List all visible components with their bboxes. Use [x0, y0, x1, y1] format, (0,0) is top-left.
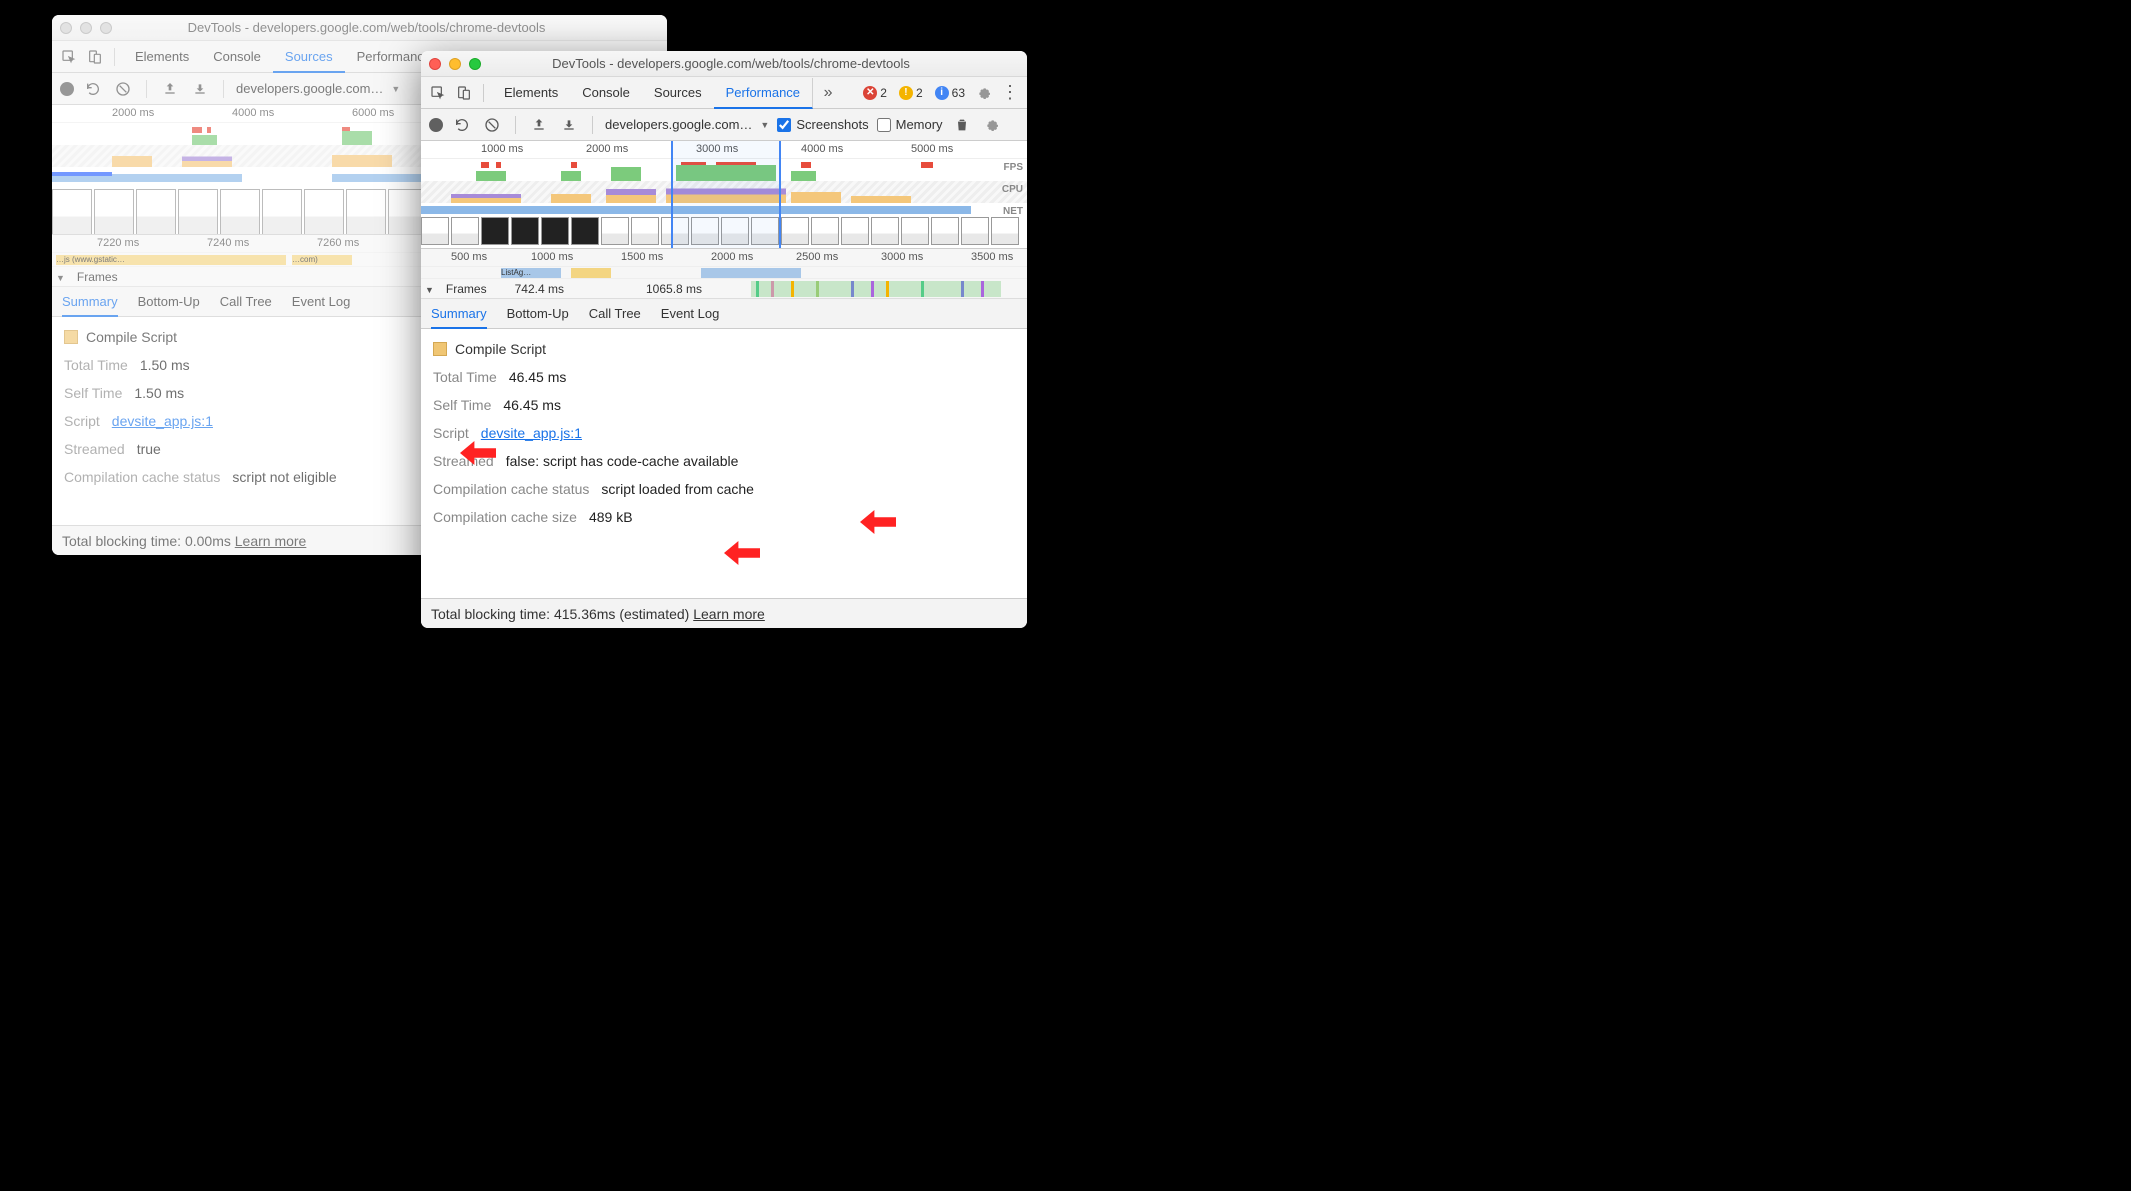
rtab-summary[interactable]: Summary: [62, 288, 118, 317]
category-color-icon: [64, 330, 78, 344]
rtab-bottomup[interactable]: Bottom-Up: [507, 299, 569, 328]
record-button[interactable]: [429, 118, 443, 132]
device-toggle-icon[interactable]: [453, 82, 475, 104]
traffic-lights[interactable]: [429, 58, 481, 70]
script-link[interactable]: devsite_app.js:1: [481, 425, 582, 441]
zoom-dot[interactable]: [100, 22, 112, 34]
more-tabs-icon[interactable]: »: [817, 82, 839, 104]
error-badge[interactable]: ✕2: [863, 86, 887, 100]
frames-toggle-icon[interactable]: [425, 282, 438, 296]
capture-settings-icon[interactable]: [981, 114, 1003, 136]
tab-sources[interactable]: Sources: [642, 77, 714, 108]
zoom-ruler[interactable]: 500 ms 1000 ms 1500 ms 2000 ms 2500 ms 3…: [421, 249, 1027, 267]
warning-badge[interactable]: !2: [899, 86, 923, 100]
trash-icon[interactable]: [951, 114, 973, 136]
tab-sources[interactable]: Sources: [273, 42, 345, 73]
profile-selector[interactable]: developers.google.com…: [236, 81, 400, 96]
rtab-summary[interactable]: Summary: [431, 300, 487, 329]
download-icon[interactable]: [558, 114, 580, 136]
main-toolbar: Elements Console Sources Performance » ✕…: [421, 77, 1027, 109]
inspect-icon[interactable]: [58, 46, 80, 68]
summary-panel: Compile Script Total Time46.45 ms Self T…: [421, 329, 1027, 598]
kebab-icon[interactable]: ⋮: [999, 82, 1021, 104]
info-badge[interactable]: i63: [935, 86, 965, 100]
tab-console[interactable]: Console: [570, 77, 642, 108]
titlebar[interactable]: DevTools - developers.google.com/web/too…: [52, 15, 667, 41]
clear-icon[interactable]: [481, 114, 503, 136]
tab-console[interactable]: Console: [201, 41, 273, 72]
rtab-calltree[interactable]: Call Tree: [220, 287, 272, 316]
reload-icon[interactable]: [451, 114, 473, 136]
close-dot[interactable]: [60, 22, 72, 34]
category-color-icon: [433, 342, 447, 356]
tab-performance[interactable]: Performance: [714, 78, 813, 109]
window-title: DevTools - developers.google.com/web/too…: [493, 56, 1019, 71]
upload-icon[interactable]: [159, 78, 181, 100]
upload-icon[interactable]: [528, 114, 550, 136]
screenshots-checkbox[interactable]: Screenshots: [777, 117, 868, 132]
learn-more-link[interactable]: Learn more: [235, 533, 307, 549]
memory-checkbox[interactable]: Memory: [877, 117, 943, 132]
devtools-window-2: DevTools - developers.google.com/web/too…: [421, 51, 1027, 628]
device-toggle-icon[interactable]: [84, 46, 106, 68]
download-icon[interactable]: [189, 78, 211, 100]
record-button[interactable]: [60, 82, 74, 96]
reload-icon[interactable]: [82, 78, 104, 100]
summary-title: Compile Script: [455, 341, 546, 357]
frames-header[interactable]: Frames 742.4 ms 1065.8 ms: [421, 279, 1027, 299]
profile-selector[interactable]: developers.google.com…: [605, 117, 769, 132]
close-dot[interactable]: [429, 58, 441, 70]
rtab-eventlog[interactable]: Event Log: [661, 299, 720, 328]
window-title: DevTools - developers.google.com/web/too…: [124, 20, 659, 35]
performance-subbar: developers.google.com… Screenshots Memor…: [421, 109, 1027, 141]
minimize-dot[interactable]: [449, 58, 461, 70]
footer: Total blocking time: 415.36ms (estimated…: [421, 598, 1027, 628]
traffic-lights[interactable]: [60, 22, 112, 34]
summary-title: Compile Script: [86, 329, 177, 345]
frames-toggle-icon[interactable]: [56, 270, 69, 284]
tab-elements[interactable]: Elements: [492, 77, 570, 108]
rtab-calltree[interactable]: Call Tree: [589, 299, 641, 328]
rtab-eventlog[interactable]: Event Log: [292, 287, 351, 316]
overview-timeline[interactable]: 1000 ms 2000 ms 3000 ms 4000 ms 5000 ms …: [421, 141, 1027, 249]
tab-elements[interactable]: Elements: [123, 41, 201, 72]
result-tabs: Summary Bottom-Up Call Tree Event Log: [421, 299, 1027, 329]
clear-icon[interactable]: [112, 78, 134, 100]
settings-icon[interactable]: [973, 82, 995, 104]
minimize-dot[interactable]: [80, 22, 92, 34]
titlebar[interactable]: DevTools - developers.google.com/web/too…: [421, 51, 1027, 77]
inspect-icon[interactable]: [427, 82, 449, 104]
script-link[interactable]: devsite_app.js:1: [112, 413, 213, 429]
zoom-dot[interactable]: [469, 58, 481, 70]
learn-more-link[interactable]: Learn more: [693, 606, 765, 622]
rtab-bottomup[interactable]: Bottom-Up: [138, 287, 200, 316]
